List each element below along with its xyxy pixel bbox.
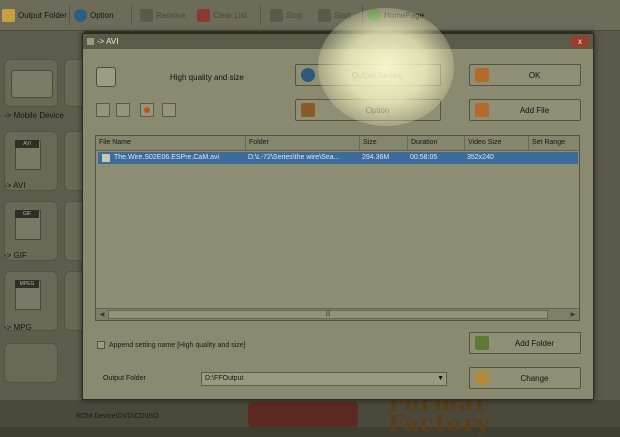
output-folder-button[interactable]: Output Folder [2,6,67,24]
start-icon [318,8,331,22]
sidebar-label-mpg: -> MPG [4,323,32,332]
clear-list-icon [197,8,210,22]
add-folder-label: Add Folder [514,338,555,348]
next-format-tile[interactable] [4,343,58,383]
sidebar-label-avi: -> AVI [4,181,26,190]
remove-icon [140,8,153,22]
clear-list-button[interactable]: Clear List [197,6,247,24]
product-images [248,402,358,427]
cell-size: 294.36M [362,154,390,161]
change-label: Change [520,373,549,383]
sidebar-tile-partial[interactable] [64,201,84,261]
option-dialog-label: Option [365,105,390,115]
folder-icon [2,8,15,22]
output-setting-label: Output Setting [351,70,404,80]
settings-icon[interactable] [96,103,110,117]
add-file-button[interactable]: Add File [469,99,581,121]
save-icon [301,103,315,117]
option-button[interactable]: Option [74,6,114,24]
output-setting-button[interactable]: Output Setting [295,64,441,86]
dialog-titlebar: -> AVI x [83,34,593,49]
ok-icon [475,68,489,82]
file-table: File Name Folder Size Duration Video Siz… [95,135,580,321]
column-header-file-name[interactable]: File Name [96,136,246,150]
change-button[interactable]: Change [469,367,581,389]
avi-tag: AVI [15,140,39,148]
dialog-app-icon [87,38,94,45]
status-text: ROM Device\DVD\CD\ISO [76,413,159,420]
start-label: Start [334,10,351,20]
scrollbar-thumb[interactable]: ||| [108,310,548,319]
video-file-icon [102,154,110,162]
output-folder-label: Output Folder [18,10,67,20]
cell-file-name: The.Wire.S02E06.ESPre.CaM.avi [114,154,220,161]
clear-list-label: Clear List [213,10,247,20]
change-folder-icon [475,371,489,385]
sidebar-tile-partial[interactable] [64,59,84,107]
remove-label: Remove [156,10,186,20]
chevron-down-icon[interactable]: ▼ [437,373,444,385]
mobile-device-tile[interactable] [4,59,58,107]
homepage-label: HomePage [384,10,425,20]
cell-duration: 00:58:05 [410,154,438,161]
start-button[interactable]: Start [318,6,351,24]
media-info-icon[interactable] [162,103,176,117]
cell-video-size: 352x240 [467,154,494,161]
sidebar-tile-partial[interactable] [64,131,84,191]
close-button[interactable]: x [571,36,589,47]
ok-label: OK [528,70,541,80]
add-folder-icon [475,336,489,350]
scroll-right-icon[interactable]: ▶ [568,310,578,320]
column-header-folder[interactable]: Folder [246,136,360,150]
scroll-left-icon[interactable]: ◀ [97,310,107,320]
cell-set-range [529,152,578,164]
stop-label: Stop [286,10,303,20]
dialog-title: -> AVI [97,37,119,46]
column-header-duration[interactable]: Duration [408,136,465,150]
table-row[interactable]: The.Wire.S02E06.ESPre.CaM.avi D:\L-72\Se… [98,152,578,164]
quality-text: High quality and size [170,73,244,82]
column-header-set-range[interactable]: Set Range [529,136,579,150]
stop-icon [270,8,283,22]
quality-icon [96,67,116,87]
remove-button[interactable]: Remove [140,6,186,24]
column-header-size[interactable]: Size [360,136,408,150]
mpg-format-tile[interactable]: MPEG [4,271,58,331]
output-folder-field-label: Output Folder [103,375,146,382]
format-sidebar: -> Mobile Device AVI -> AVI GIF -> GIF M… [0,31,84,427]
table-header: File Name Folder Size Duration Video Siz… [96,136,579,151]
option-dialog-button[interactable]: Option [295,99,441,121]
output-folder-select[interactable]: D:\FFOutput ▼ [201,372,447,386]
homepage-icon [368,8,381,22]
sidebar-label-mobile-device: -> Mobile Device [4,111,64,120]
mobile-device-icon [11,70,53,98]
option-label: Option [90,10,114,20]
right-panel-edge [593,31,620,401]
sidebar-tile-partial[interactable] [64,271,84,331]
gif-tag: GIF [15,210,39,218]
append-setting-checkbox[interactable] [97,341,105,349]
add-folder-button[interactable]: Add Folder [469,332,581,354]
record-icon[interactable] [140,103,154,117]
ok-button[interactable]: OK [469,64,581,86]
append-setting-label: Append setting name [High quality and si… [109,341,246,349]
format-factory-logo: Format Factory [388,390,491,437]
mpg-tag: MPEG [15,280,39,288]
column-header-video-size[interactable]: Video Size [465,136,529,150]
sidebar-label-gif: -> GIF [4,251,27,260]
avi-dialog: -> AVI x High quality and size Output Se… [82,33,594,400]
horizontal-scrollbar[interactable]: ◀ ||| ▶ [96,308,579,320]
main-toolbar: Output Folder Option Remove Clear List S… [0,0,620,31]
output-folder-value: D:\FFOutput [205,375,244,382]
homepage-button[interactable]: HomePage [368,6,424,24]
stop-button[interactable]: Stop [270,6,302,24]
append-setting-option[interactable]: Append setting name [High quality and si… [97,341,246,349]
output-setting-icon [301,68,315,82]
cut-icon[interactable] [116,103,130,117]
add-file-label: Add File [519,105,550,115]
option-icon [74,8,87,22]
cell-folder: D:\L-72\Series\the wire\Sea... [248,154,340,161]
add-file-icon [475,103,489,117]
